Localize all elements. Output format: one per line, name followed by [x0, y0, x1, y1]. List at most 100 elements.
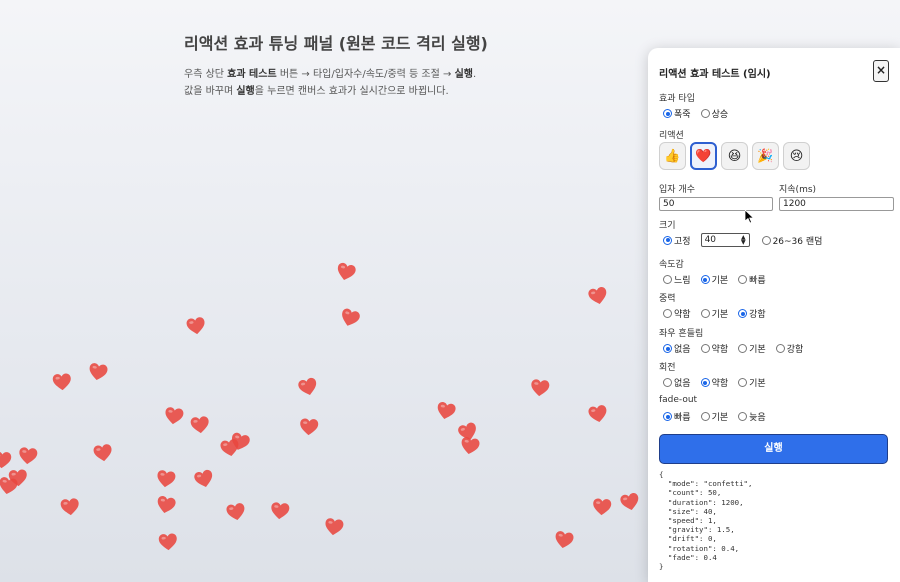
reaction-party-button[interactable]: 🎉 — [752, 142, 779, 170]
radio-checked[interactable] — [700, 275, 710, 284]
run-button[interactable]: 실행 — [659, 434, 888, 464]
heart-particle-icon — [325, 518, 344, 536]
desc-bold-run: 실행 — [454, 69, 473, 80]
heart-particle-icon — [461, 437, 480, 455]
effect-type-rise[interactable]: 상승 — [700, 107, 728, 120]
radio[interactable] — [663, 275, 672, 284]
option-label: 없음 — [674, 379, 691, 389]
heart-particle-icon — [8, 469, 27, 487]
size-stepper[interactable]: 40 ▲ ▼ — [700, 233, 750, 247]
drift-default[interactable]: 기본 — [738, 342, 766, 355]
gravity-weak[interactable]: 약함 — [663, 307, 691, 320]
radio[interactable] — [700, 109, 710, 118]
radio[interactable] — [738, 412, 748, 421]
reaction-laugh-button[interactable]: 😆 — [721, 142, 748, 170]
drift-none[interactable]: 없음 — [663, 342, 691, 355]
duration-label: 지속(ms) — [779, 185, 817, 195]
gravity-default[interactable]: 기본 — [700, 307, 728, 320]
size-value: 40 — [704, 235, 717, 245]
heart-particle-icon — [226, 503, 245, 521]
speed-fast[interactable]: 빠름 — [738, 273, 766, 286]
radio-checked[interactable] — [663, 344, 672, 353]
heart-particle-icon — [19, 447, 38, 465]
stepper-arrows-icon[interactable]: ▲ ▼ — [741, 235, 746, 246]
heart-particle-icon — [588, 287, 607, 305]
drift-weak[interactable]: 약함 — [700, 342, 728, 355]
fade-slow[interactable]: 늦음 — [738, 410, 766, 423]
speed-default[interactable]: 기본 — [700, 273, 728, 286]
fade-options: 빠름 기본 늦음 — [663, 410, 766, 423]
radio-checked[interactable] — [700, 378, 710, 387]
close-icon: × — [875, 63, 887, 77]
option-label: 기본 — [711, 413, 729, 423]
page-description-line2: 값을 바꾸며 실행을 누르면 캔버스 효과가 실시간으로 바뀝니다. — [184, 83, 488, 100]
option-label: 약함 — [711, 379, 729, 389]
heart-particle-icon — [158, 533, 177, 551]
fade-default[interactable]: 기본 — [700, 410, 729, 423]
fade-fast[interactable]: 빠름 — [663, 410, 691, 423]
sad-face-icon: 😢 — [789, 148, 804, 164]
rotation-options: 없음 약함 기본 — [663, 376, 766, 389]
radio[interactable] — [700, 344, 710, 353]
heart-particle-icon — [190, 416, 209, 434]
option-label: 폭죽 — [674, 110, 691, 120]
speed-label: 속도감 — [659, 260, 684, 270]
drift-strong[interactable]: 강함 — [775, 342, 803, 355]
duration-input[interactable]: 1200 — [779, 197, 894, 211]
speed-options: 느림 기본 빠름 — [663, 273, 766, 286]
radio-checked[interactable] — [663, 235, 672, 245]
speed-slow[interactable]: 느림 — [663, 273, 691, 286]
count-field: 입자 개수 50 — [659, 182, 773, 211]
rotation-label: 회전 — [659, 363, 676, 373]
rotation-default[interactable]: 기본 — [738, 376, 766, 389]
desc-text: 을 누르면 캔버스 효과가 실시간으로 바뀝니다. — [254, 86, 449, 97]
radio[interactable] — [663, 309, 672, 318]
heart-particle-icon — [437, 402, 456, 420]
option-label: 고정 — [674, 236, 691, 247]
size-label: 크기 — [659, 221, 676, 231]
heart-particle-icon — [60, 498, 79, 516]
heart-particle-icon — [0, 477, 18, 495]
desc-bold-effect-test: 효과 테스트 — [227, 69, 277, 80]
effect-type-options: 폭죽 상승 — [663, 107, 728, 120]
option-label: 기본 — [749, 345, 766, 355]
heart-particle-icon — [271, 502, 290, 520]
radio-checked[interactable] — [663, 109, 672, 118]
heart-particle-icon — [186, 317, 205, 335]
mouse-pointer-icon — [745, 210, 755, 224]
reaction-heart-button[interactable]: ❤️ — [690, 142, 717, 170]
drift-label: 좌우 흔들림 — [659, 329, 704, 339]
radio[interactable] — [738, 344, 748, 353]
rotation-none[interactable]: 없음 — [663, 376, 691, 389]
reaction-sad-button[interactable]: 😢 — [783, 142, 810, 170]
panel-title: 리액션 효과 테스트 (임시) — [659, 69, 771, 80]
laugh-icon: 😆 — [727, 148, 742, 164]
heart-particle-icon — [93, 444, 112, 462]
close-button[interactable]: × — [873, 60, 889, 82]
count-input[interactable]: 50 — [659, 197, 773, 211]
rotation-weak[interactable]: 약함 — [700, 376, 729, 389]
option-label: 늦음 — [749, 413, 766, 423]
size-random-option[interactable]: 26~36 랜덤 — [761, 234, 822, 247]
radio[interactable] — [775, 344, 785, 353]
option-label: 느림 — [674, 276, 691, 286]
radio-checked[interactable] — [663, 412, 672, 421]
radio[interactable] — [738, 378, 748, 387]
radio[interactable] — [761, 235, 771, 245]
effect-type-confetti[interactable]: 폭죽 — [663, 107, 691, 120]
desc-text: 값을 바꾸며 — [184, 86, 237, 97]
radio[interactable] — [738, 275, 748, 284]
gravity-strong[interactable]: 강함 — [738, 307, 766, 320]
page-description-line1: 우측 상단 효과 테스트 버튼 → 타입/입자수/속도/중력 등 조절 → 실행… — [184, 66, 488, 83]
radio[interactable] — [663, 378, 672, 387]
radio[interactable] — [700, 309, 710, 318]
reaction-thumbs-up-button[interactable]: 👍 — [659, 142, 686, 170]
heart-particle-icon — [298, 377, 317, 395]
radio-checked[interactable] — [738, 309, 748, 318]
heart-particle-icon — [337, 262, 356, 280]
radio[interactable] — [700, 412, 710, 421]
duration-field: 지속(ms) 1200 — [779, 182, 894, 211]
desc-bold-run: 실행 — [236, 86, 255, 97]
heart-particle-icon — [194, 469, 213, 487]
size-fixed-option[interactable]: 고정 — [663, 234, 691, 247]
